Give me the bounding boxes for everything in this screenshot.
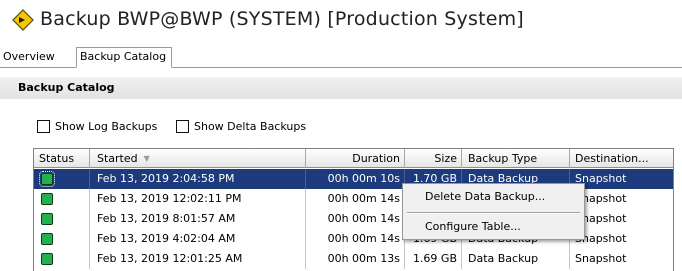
menu-item-configure-table[interactable]: Configure Table... [403, 216, 584, 238]
started-cell: Feb 13, 2019 12:02:11 PM [90, 189, 306, 209]
destination-cell: Snapshot [575, 172, 627, 185]
status-ok-icon [41, 233, 53, 245]
destination-cell: Snapshot [575, 232, 627, 245]
started-cell: Feb 13, 2019 12:01:25 AM [90, 249, 306, 269]
duration-cell: 00h 00m 14s [306, 189, 405, 209]
duration-cell: 00h 00m 14s [306, 209, 405, 229]
menu-item-delete-data-backup[interactable]: Delete Data Backup... [403, 186, 584, 208]
column-header-duration[interactable]: Duration [306, 149, 405, 168]
header: Backup BWP@BWP (SYSTEM) [Production Syst… [0, 0, 682, 40]
sort-descending-icon: ▼ [143, 154, 150, 163]
checkbox-box[interactable] [37, 119, 50, 133]
status-cell [34, 229, 90, 249]
tab-overview[interactable]: Overview [0, 48, 75, 68]
checkbox-box[interactable] [176, 119, 189, 133]
tab-bar: Overview Backup Catalog [0, 47, 682, 68]
duration-cell: 00h 00m 14s [306, 229, 405, 249]
column-header-started-label: Started [97, 152, 138, 165]
status-ok-icon [39, 171, 55, 187]
status-ok-icon [41, 193, 53, 205]
status-cell [34, 249, 90, 269]
started-cell: Feb 13, 2019 8:01:57 AM [90, 209, 306, 229]
status-ok-icon [41, 253, 53, 265]
destination-cell: Snapshot [575, 192, 627, 205]
started-cell: Feb 13, 2019 2:04:58 PM [90, 169, 306, 189]
size-cell: 1.69 GB [405, 249, 462, 269]
status-ok-icon [41, 213, 53, 225]
column-header-size[interactable]: Size [405, 149, 462, 168]
section-header: Backup Catalog [0, 77, 682, 99]
column-header-destination[interactable]: Destination... [570, 149, 673, 168]
show-delta-backups-checkbox[interactable]: Show Delta Backups [176, 118, 306, 134]
destination-cell: Snapshot [575, 212, 627, 225]
duration-cell: 00h 00m 13s [306, 249, 405, 269]
checkbox-label: Show Log Backups [55, 119, 158, 133]
page-title: Backup BWP@BWP (SYSTEM) [Production Syst… [40, 8, 524, 30]
destination-cell: Snapshot [575, 252, 627, 265]
column-header-backup-type[interactable]: Backup Type [462, 149, 570, 168]
status-cell [34, 169, 90, 189]
column-header-started[interactable]: Started ▼ [90, 149, 306, 168]
show-log-backups-checkbox[interactable]: Show Log Backups [37, 118, 157, 134]
status-cell [34, 209, 90, 229]
checkbox-label: Show Delta Backups [194, 119, 307, 133]
warning-diamond-icon [12, 9, 34, 31]
section-title: Backup Catalog [18, 81, 115, 94]
table-row[interactable]: Feb 13, 2019 12:01:25 AM 00h 00m 13s 1.6… [34, 249, 673, 269]
duration-cell: 00h 00m 10s [306, 169, 405, 189]
status-cell [34, 189, 90, 209]
context-menu: Delete Data Backup... Configure Table... [402, 183, 585, 240]
started-cell: Feb 13, 2019 4:02:04 AM [90, 229, 306, 249]
tab-backup-catalog[interactable]: Backup Catalog [76, 47, 172, 68]
table-header: Status Started ▼ Duration Size Backup Typ… [34, 149, 673, 168]
menu-separator [407, 212, 580, 214]
column-header-status[interactable]: Status [34, 149, 90, 168]
backup-type-cell: Data Backup [462, 249, 570, 269]
